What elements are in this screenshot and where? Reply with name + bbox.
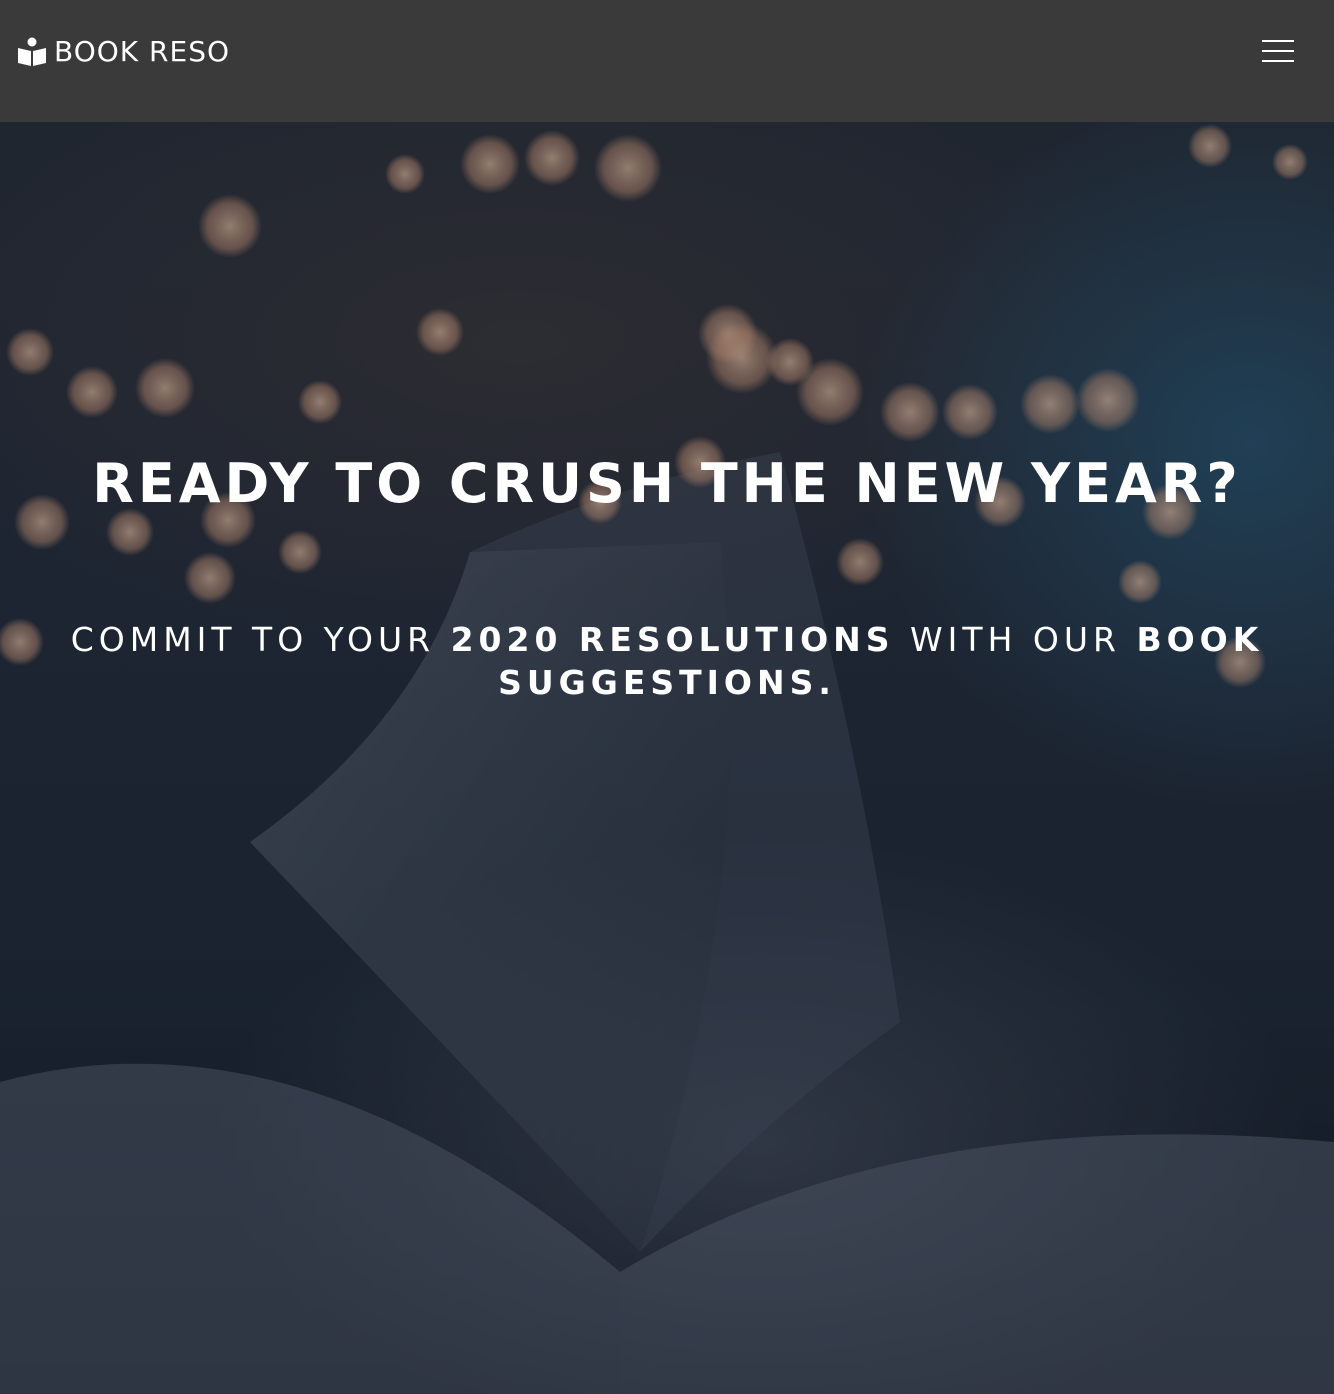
hero-title: READY TO CRUSH THE NEW YEAR? [92,452,1242,515]
hero-section: READY TO CRUSH THE NEW YEAR? COMMIT TO Y… [0,122,1334,1394]
site-logo[interactable]: BOOK RESO [18,34,230,70]
menu-bar [1262,60,1294,62]
logo-text: BOOK RESO [54,35,231,68]
subtitle-part-3: WITH OUR [894,620,1137,659]
hamburger-menu-icon[interactable] [1256,34,1300,68]
hero-subtitle: COMMIT TO YOUR 2020 RESOLUTIONS WITH OUR… [40,618,1294,704]
subtitle-part-1: COMMIT TO YOUR [70,620,451,659]
book-reader-icon [18,37,46,66]
menu-bar [1262,40,1294,42]
subtitle-highlight-resolutions: 2020 RESOLUTIONS [450,620,895,659]
site-header: BOOK RESO [0,0,1334,122]
hero-overlay [0,122,1334,1394]
menu-bar [1262,50,1294,52]
